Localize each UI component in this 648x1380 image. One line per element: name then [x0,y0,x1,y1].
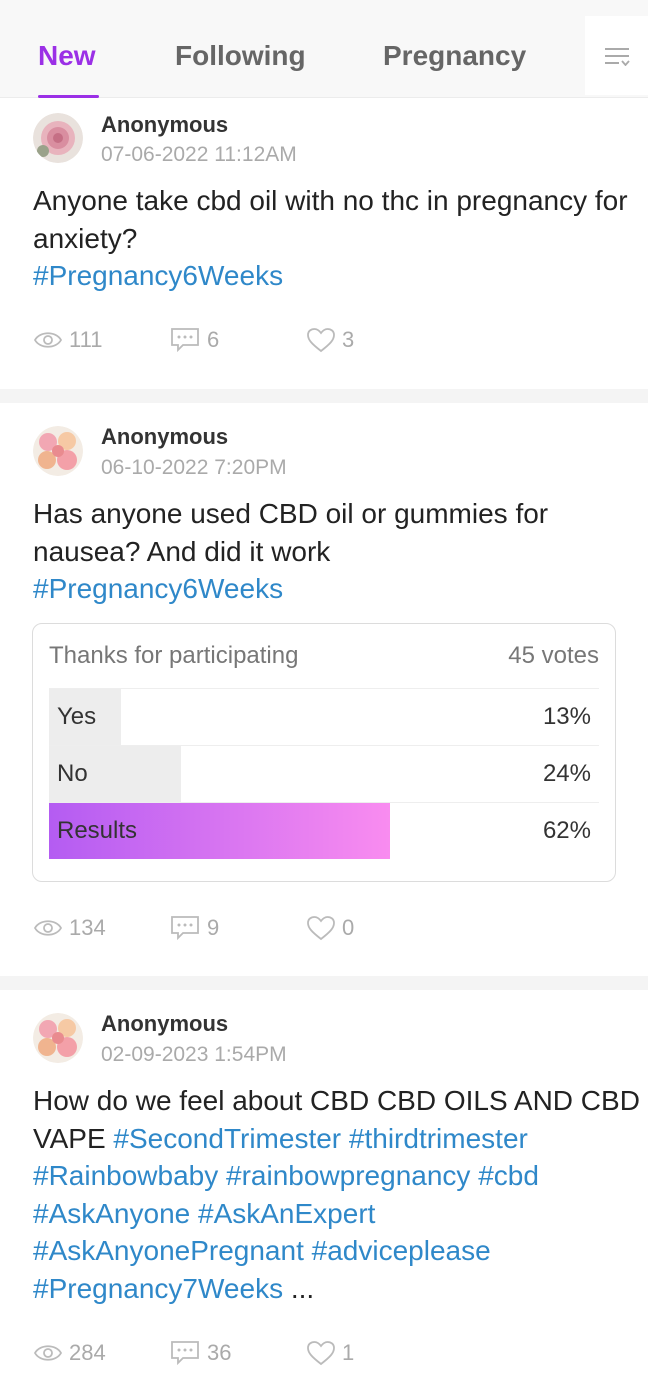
hashtag[interactable]: #adviceplease [312,1235,491,1266]
post-separator [0,976,648,990]
rose-avatar-image [33,113,83,163]
rose-avatar-image [33,426,83,476]
hashtag[interactable]: #thirdtrimester [349,1123,528,1154]
comments-count: 36 [207,1340,232,1365]
comments-count: 6 [207,327,220,352]
filter-list-icon [604,47,630,66]
views-count: 134 [69,915,106,940]
comment-icon [171,1341,199,1366]
post-body[interactable]: Anyone take cbd oil with no thc in pregn… [33,182,645,295]
rose-avatar-image [33,1013,83,1063]
poll-card: Thanks for participating 45 votes Yes 13… [32,623,616,882]
heart-icon [307,1341,335,1366]
tab-new[interactable]: New [38,40,96,72]
views-stat: 134 [33,915,106,941]
hashtag[interactable]: #AskAnExpert [198,1198,375,1229]
poll-option-label: Yes [57,703,97,730]
comments-stat[interactable]: 6 [169,327,219,353]
post-card[interactable]: Anonymous 02-09-2023 1:54PM How do we fe… [0,990,648,1380]
poll-option[interactable]: Results 62% [49,802,599,859]
post-body[interactable]: How do we feel about CBD CBD OILS AND CB… [33,1082,645,1307]
truncation-ellipsis: ... [290,1272,315,1304]
eye-icon [33,1345,63,1361]
avatar[interactable] [33,113,83,163]
poll-status: Thanks for participating [49,642,299,669]
like-button[interactable]: 3 [306,327,354,353]
post-text: Has anyone used CBD oil or gummies for n… [33,498,549,567]
eye-icon [33,920,63,936]
author-name[interactable]: Anonymous [101,112,228,138]
views-count: 284 [69,1340,106,1365]
poll-option-label: Results [57,817,138,844]
like-button[interactable]: 1 [306,1340,354,1366]
likes-count: 0 [342,915,355,940]
poll-vote-count: 45 votes [508,642,599,669]
author-name[interactable]: Anonymous [101,424,228,450]
hashtag[interactable]: #rainbowpregnancy [226,1160,470,1191]
likes-count: 3 [342,327,355,352]
heart-icon [307,328,335,353]
poll-option-percent: 13% [542,703,591,730]
heart-icon [307,916,335,941]
hashtag[interactable]: #SecondTrimester [113,1123,341,1154]
hashtag[interactable]: #AskAnyonePregnant [33,1235,304,1266]
post-stats: 134 9 0 [33,915,433,945]
post-text: Anyone take cbd oil with no thc in pregn… [33,185,628,254]
poll-option-percent: 24% [542,760,591,787]
post-stats: 111 6 3 [33,327,433,357]
post-date: 07-06-2022 11:12AM [101,143,297,166]
author-name[interactable]: Anonymous [101,1011,228,1037]
top-tab-bar: New Following Pregnancy [0,0,648,98]
poll-option-percent: 62% [542,817,591,844]
hashtag[interactable]: #Pregnancy6Weeks [33,260,283,291]
post-stats: 284 36 1 [33,1340,433,1370]
poll-option-label: No [57,760,88,787]
comments-stat[interactable]: 36 [169,1340,231,1366]
comment-icon [171,916,199,941]
tab-pregnancy[interactable]: Pregnancy [383,40,526,72]
comments-count: 9 [207,915,220,940]
hashtag[interactable]: #AskAnyone [33,1198,190,1229]
poll-option[interactable]: No 24% [49,745,599,802]
post-body[interactable]: Has anyone used CBD oil or gummies for n… [33,495,645,608]
avatar[interactable] [33,426,83,476]
post-card[interactable]: Anonymous 07-06-2022 11:12AM Anyone take… [0,98,648,388]
post-separator [0,389,648,403]
likes-count: 1 [342,1340,355,1365]
hashtag[interactable]: #Pregnancy7Weeks [33,1273,283,1304]
hashtag[interactable]: #cbd [478,1160,539,1191]
tab-following[interactable]: Following [175,40,306,72]
like-button[interactable]: 0 [306,915,354,941]
comment-icon [171,328,199,353]
avatar[interactable] [33,1013,83,1063]
post-date: 06-10-2022 7:20PM [101,456,287,479]
hashtag[interactable]: #Rainbowbaby [33,1160,218,1191]
poll-option[interactable]: Yes 13% [49,688,599,745]
comments-stat[interactable]: 9 [169,915,219,941]
views-stat: 284 [33,1340,106,1366]
views-count: 111 [69,327,103,352]
views-stat: 111 [33,327,102,353]
hashtag[interactable]: #Pregnancy6Weeks [33,573,283,604]
post-date: 02-09-2023 1:54PM [101,1043,287,1066]
eye-icon [33,332,63,348]
filter-menu-button[interactable] [585,16,648,95]
